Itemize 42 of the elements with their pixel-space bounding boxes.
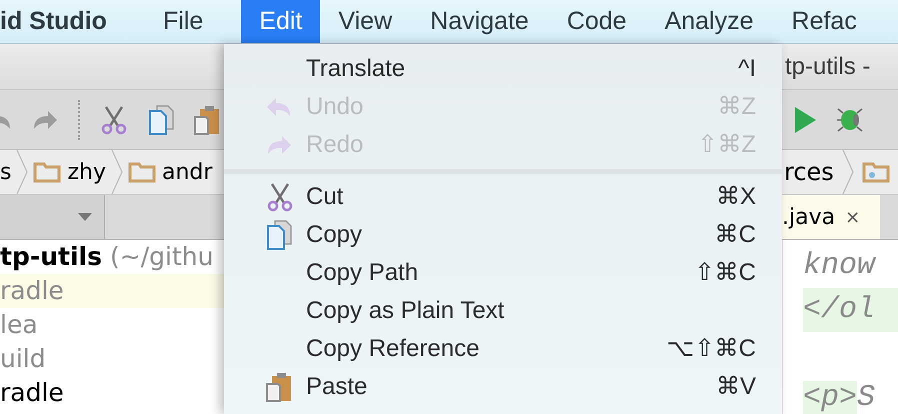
menu-item[interactable]: Translate ^I xyxy=(224,50,782,88)
code-line: <p>S xyxy=(803,380,876,414)
menu-item[interactable]: Copy Reference ⌥⇧⌘C xyxy=(224,330,782,368)
menu-title[interactable]: File xyxy=(163,0,204,43)
copy-icon xyxy=(148,104,174,134)
menu-item[interactable]: Cut ⌘X xyxy=(224,178,782,216)
tree-item[interactable]: tp-utils (~/githu xyxy=(0,240,224,274)
breadcrumb-item[interactable]: s xyxy=(0,156,12,188)
copy-icon xyxy=(266,220,292,250)
project-view-dropdown[interactable] xyxy=(0,195,105,239)
close-icon[interactable]: × xyxy=(845,204,860,230)
menu-title[interactable]: Navigate xyxy=(430,0,529,43)
menu-title[interactable]: Edit xyxy=(241,0,320,43)
menu-item[interactable]: Paste ⌘V xyxy=(224,368,782,406)
clipboard-icon xyxy=(266,372,292,402)
breadcrumb-item[interactable]: zhy xyxy=(33,156,106,188)
redo-arrow-icon xyxy=(266,134,292,156)
redo-arrow-icon xyxy=(32,108,58,130)
menu-title[interactable]: Analyze xyxy=(664,0,754,43)
run-icon[interactable] xyxy=(793,106,817,134)
menu-item[interactable]: Copy as Plain Text xyxy=(224,292,782,330)
folder-icon xyxy=(128,161,156,183)
undo-arrow-icon xyxy=(266,96,292,118)
code-line: know xyxy=(803,248,878,285)
editor-tab[interactable]: .java × xyxy=(782,195,880,239)
menu-item[interactable]: Copy Path ⇧⌘C xyxy=(224,254,782,292)
tree-item-path: (~/githu xyxy=(110,241,214,274)
menu-title[interactable]: View xyxy=(338,0,392,43)
folder-icon xyxy=(33,161,62,183)
breadcrumb-item[interactable]: andr xyxy=(128,156,212,188)
menu-item[interactable]: Copy ⌘C xyxy=(224,216,782,254)
scissors-icon xyxy=(266,182,294,212)
menu-title[interactable]: Refac xyxy=(792,0,857,43)
breadcrumb-item[interactable]: rces xyxy=(784,154,834,190)
window-title: tp-utils - xyxy=(785,52,872,82)
caret-icon xyxy=(78,213,92,221)
scissors-icon xyxy=(100,104,128,134)
menu-title[interactable]: Code xyxy=(566,0,627,43)
folder-icon xyxy=(862,161,890,183)
app-title: id Studio xyxy=(0,6,108,37)
clipboard-icon xyxy=(194,104,220,134)
tree-item[interactable]: radle xyxy=(0,376,224,410)
